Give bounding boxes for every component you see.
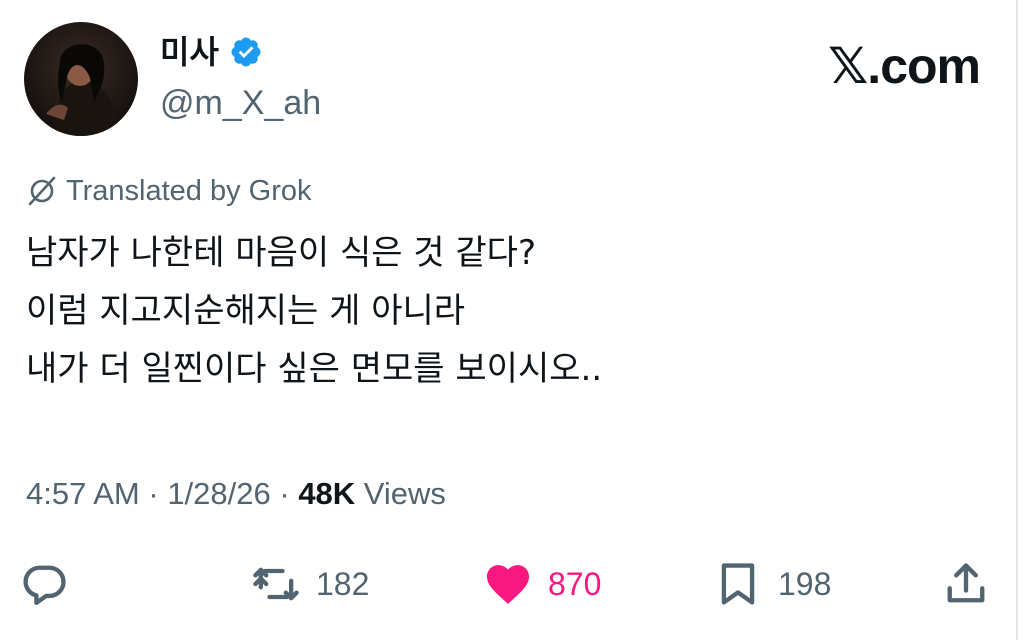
- bookmark-icon: [712, 558, 764, 610]
- meta-separator: ·: [139, 476, 168, 511]
- post-line: 내가 더 일찐이다 싶은 면모를 보이시오..: [26, 349, 603, 389]
- bookmark-button[interactable]: 198: [712, 556, 831, 612]
- avatar[interactable]: [24, 22, 138, 136]
- repost-count: 182: [316, 566, 370, 602]
- share-icon: [940, 558, 992, 610]
- verified-badge-icon: [229, 35, 263, 69]
- translated-label: Translated by Grok: [66, 175, 312, 207]
- post-body: 남자가 나한테 마음이 식은 것 같다? 이럼 지고지순해지는 게 아니라 내가…: [26, 224, 986, 398]
- action-bar: 182 870 198: [0, 556, 1024, 612]
- views-label: Views: [355, 476, 446, 511]
- meta-separator: ·: [270, 476, 299, 511]
- reply-button[interactable]: [18, 556, 70, 612]
- like-count: 870: [548, 566, 602, 602]
- tweet-card: 미사 @m_X_ah 𝕏.com Translated by Grok 남자가 …: [0, 0, 1024, 640]
- repost-icon: [250, 558, 302, 610]
- post-meta: 4:57 AM · 1/28/26 · 48K Views: [26, 472, 446, 516]
- display-name[interactable]: 미사: [160, 32, 219, 72]
- profile-photo-icon: [24, 22, 138, 136]
- post-line: 남자가 나한테 마음이 식은 것 같다?: [26, 233, 537, 273]
- author-name-row: 미사: [160, 32, 263, 72]
- reply-icon: [18, 558, 70, 610]
- bookmark-count: 198: [778, 566, 832, 602]
- post-date[interactable]: 1/28/26: [167, 476, 270, 511]
- like-button[interactable]: 870: [482, 556, 601, 612]
- translation-notice: Translated by Grok: [26, 172, 312, 210]
- author-handle[interactable]: @m_X_ah: [160, 82, 321, 124]
- heart-icon: [482, 558, 534, 610]
- grok-icon: [26, 175, 58, 207]
- repost-button[interactable]: 182: [250, 556, 369, 612]
- share-button[interactable]: [940, 556, 992, 612]
- scroll-edge: [1016, 0, 1018, 640]
- brand-logo: 𝕏.com: [828, 38, 981, 94]
- post-line: 이럼 지고지순해지는 게 아니라: [26, 291, 466, 331]
- post-time[interactable]: 4:57 AM: [26, 476, 140, 511]
- views-count: 48K: [298, 476, 356, 511]
